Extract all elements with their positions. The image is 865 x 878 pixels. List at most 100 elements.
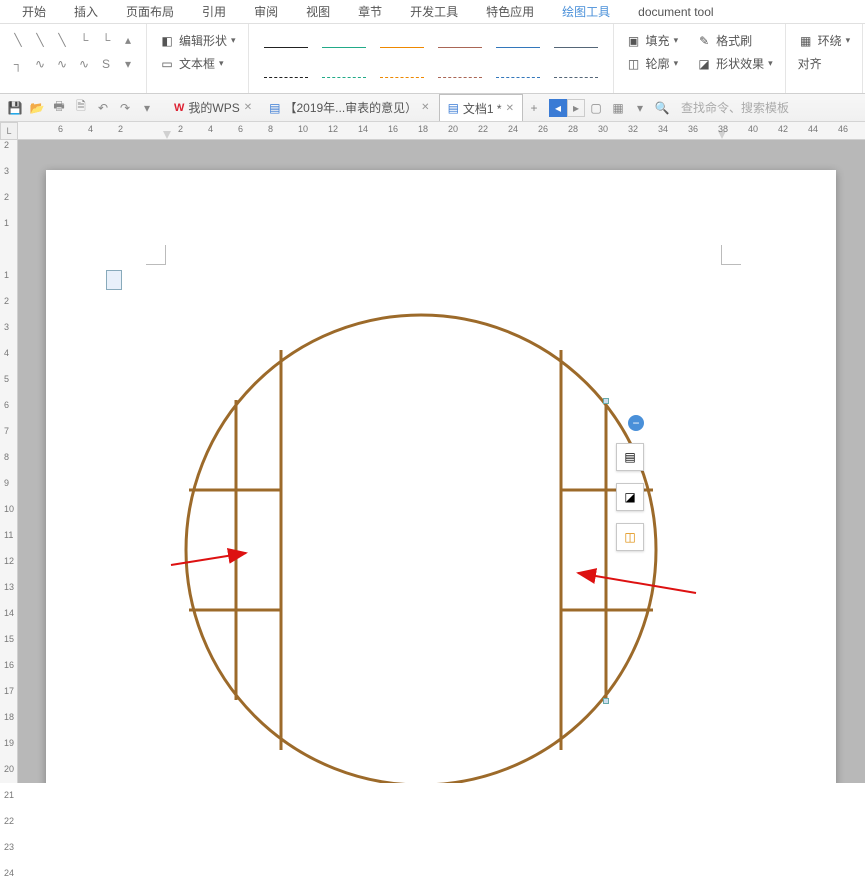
- save-icon[interactable]: 💾: [4, 97, 26, 119]
- menu-tab-chapter[interactable]: 章节: [344, 0, 396, 24]
- curve-connector-icon[interactable]: ∿: [30, 54, 50, 74]
- more-icon[interactable]: ▾: [136, 97, 158, 119]
- elbow-connector-icon[interactable]: ┐: [8, 54, 28, 74]
- text-box-button[interactable]: ▭ 文本框 ▾: [155, 53, 240, 74]
- ruler-tick: 18: [4, 712, 14, 722]
- undo-icon[interactable]: ↶: [92, 97, 114, 119]
- outline-button[interactable]: ◫ 轮廓 ▾: [622, 53, 683, 74]
- line-style-black[interactable]: [261, 34, 311, 60]
- nav-left-icon[interactable]: ◂: [549, 99, 567, 117]
- menu-tab-reference[interactable]: 引用: [188, 0, 240, 24]
- elbow-connector-icon[interactable]: └: [96, 30, 116, 50]
- shape-effect-label: 形状效果: [716, 55, 764, 72]
- fill-label: 填充: [646, 32, 670, 49]
- text-box-icon: ▭: [159, 56, 175, 72]
- ribbon-format-group: ▣ 填充 ▾ ✎ 格式刷 ◫ 轮廓 ▾ ◪ 形状效果 ▾: [614, 24, 786, 93]
- chevron-up-icon[interactable]: ▴: [118, 30, 138, 50]
- paragraph-icon[interactable]: [106, 270, 122, 290]
- grid-icon[interactable]: ▦: [607, 97, 629, 119]
- ruler-tick: 32: [628, 124, 638, 134]
- format-painter-icon: ✎: [696, 33, 712, 49]
- add-tab-button[interactable]: +: [523, 97, 545, 119]
- redo-icon[interactable]: ↷: [114, 97, 136, 119]
- ruler-tick: 44: [808, 124, 818, 134]
- line-style-teal[interactable]: [319, 34, 369, 60]
- indent-marker-left[interactable]: [163, 131, 171, 139]
- line-style-brown[interactable]: [435, 34, 485, 60]
- curve-connector-icon[interactable]: ∿: [52, 54, 72, 74]
- close-icon[interactable]: ✕: [506, 103, 514, 114]
- line-style-orange-dash[interactable]: [377, 64, 427, 90]
- shape-gallery[interactable]: ╲ ╲ ╲ └ └ ▴ ┐ ∿ ∿ ∿ S ▾: [8, 30, 138, 76]
- close-icon[interactable]: ✕: [421, 102, 429, 113]
- chevron-down-icon[interactable]: ▾: [118, 54, 138, 74]
- page[interactable]: − ▤ ◪ ◫: [46, 170, 836, 783]
- ruler-tick: 34: [658, 124, 668, 134]
- doc-tab-2019[interactable]: ▤ 【2019年...审表的意见） ✕: [261, 94, 438, 121]
- line-style-slate-dash[interactable]: [551, 64, 601, 90]
- line-style-blue[interactable]: [493, 34, 543, 60]
- window-icon[interactable]: ▢: [585, 97, 607, 119]
- line-style-brown-dash[interactable]: [435, 64, 485, 90]
- canvas[interactable]: − ▤ ◪ ◫: [18, 140, 865, 783]
- doc-tab-document1[interactable]: ▤ 文档1 * ✕: [439, 94, 523, 121]
- line-style-teal-dash[interactable]: [319, 64, 369, 90]
- ruler-tick: 9: [4, 478, 9, 488]
- ruler-tick: 2: [4, 296, 9, 306]
- ruler-tick: 3: [4, 166, 9, 176]
- layout-options-button[interactable]: ▤: [616, 443, 644, 471]
- fill-icon: ▣: [626, 33, 642, 49]
- search-input[interactable]: 查找命令、搜索模板: [681, 99, 789, 116]
- vertical-ruler[interactable]: 2321123456789101112131415161718192021222…: [0, 140, 18, 783]
- ruler-tick: 2: [4, 140, 9, 150]
- shape-outline-button[interactable]: ◫: [616, 523, 644, 551]
- shape-effect-button[interactable]: ◪ 形状效果 ▾: [692, 53, 777, 74]
- menu-tab-special[interactable]: 特色应用: [472, 0, 548, 24]
- elbow-connector-icon[interactable]: └: [74, 30, 94, 50]
- line-icon[interactable]: ╲: [30, 30, 50, 50]
- line-icon[interactable]: ╲: [8, 30, 28, 50]
- preview-icon[interactable]: 🗎: [70, 97, 92, 119]
- line-icon[interactable]: ╲: [52, 30, 72, 50]
- dropdown-icon: ▾: [219, 58, 224, 69]
- print-icon[interactable]: 🖶: [48, 97, 70, 119]
- outline-icon: ◫: [626, 56, 642, 72]
- wrap-button[interactable]: ▦ 环绕 ▾: [794, 30, 855, 51]
- align-button[interactable]: 对齐: [794, 53, 855, 74]
- line-style-orange[interactable]: [377, 34, 427, 60]
- menu-tab-drawing-tools[interactable]: 绘图工具: [548, 0, 624, 24]
- shape-fill-button[interactable]: ◪: [616, 483, 644, 511]
- menu-tab-layout[interactable]: 页面布局: [112, 0, 188, 24]
- caret-icon[interactable]: ▾: [629, 97, 651, 119]
- outline-label: 轮廓: [646, 55, 670, 72]
- menu-tab-devtools[interactable]: 开发工具: [396, 0, 472, 24]
- menu-tab-start[interactable]: 开始: [8, 0, 60, 24]
- horizontal-ruler[interactable]: 6422468101214161820222426283032343638404…: [18, 122, 865, 140]
- curve-icon[interactable]: S: [96, 54, 116, 74]
- menu-tab-document-tool[interactable]: document tool: [624, 1, 727, 23]
- doc-tab-mywps[interactable]: W 我的WPS ✕: [166, 94, 261, 121]
- nav-right-icon[interactable]: ▸: [567, 99, 585, 117]
- format-painter-button[interactable]: ✎ 格式刷: [692, 30, 756, 51]
- selection-handle[interactable]: [603, 398, 609, 404]
- shape-effect-icon: ◪: [696, 56, 712, 72]
- menu-tab-insert[interactable]: 插入: [60, 0, 112, 24]
- fill-button[interactable]: ▣ 填充 ▾: [622, 30, 683, 51]
- line-style-slate[interactable]: [551, 34, 601, 60]
- line-style-blue-dash[interactable]: [493, 64, 543, 90]
- line-style-gallery[interactable]: [257, 30, 605, 94]
- open-icon[interactable]: 📂: [26, 97, 48, 119]
- menu-tab-review[interactable]: 审阅: [240, 0, 292, 24]
- menu-tab-view[interactable]: 视图: [292, 0, 344, 24]
- menu-bar: 开始 插入 页面布局 引用 审阅 视图 章节 开发工具 特色应用 绘图工具 do…: [0, 0, 865, 24]
- selection-handle[interactable]: [603, 698, 609, 704]
- line-style-black-dash[interactable]: [261, 64, 311, 90]
- ruler-tick: 10: [298, 124, 308, 134]
- curve-connector-icon[interactable]: ∿: [74, 54, 94, 74]
- ruler-tick: 16: [388, 124, 398, 134]
- close-icon[interactable]: ✕: [244, 102, 252, 113]
- ruler-tick: 6: [58, 124, 63, 134]
- edit-shape-button[interactable]: ◧ 编辑形状 ▾: [155, 30, 240, 51]
- collapse-icon[interactable]: −: [628, 415, 644, 431]
- search-icon[interactable]: 🔍: [651, 97, 673, 119]
